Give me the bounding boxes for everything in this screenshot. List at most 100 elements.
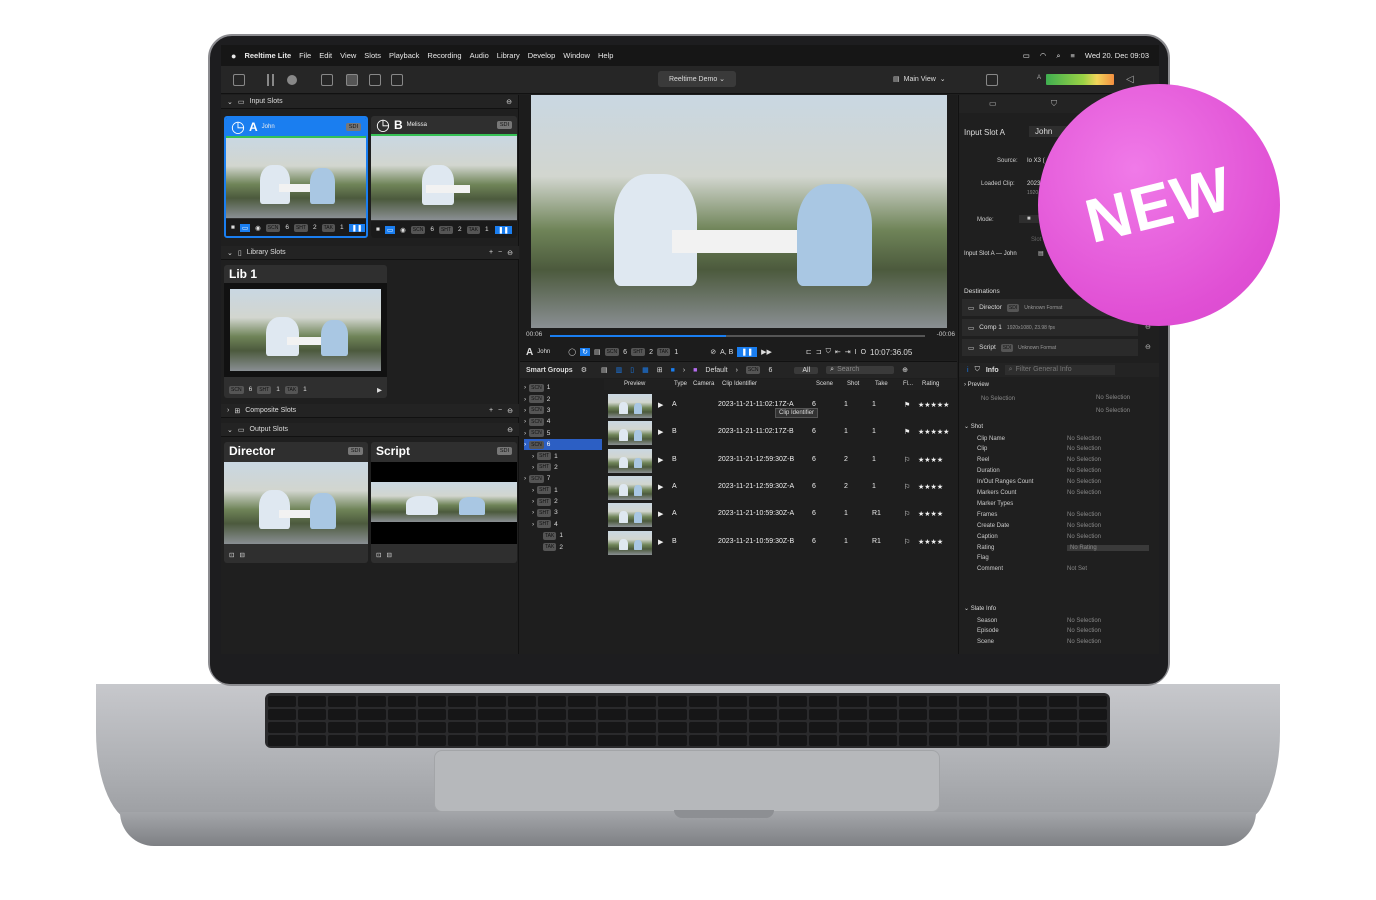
field-value[interactable]: No Selection bbox=[1067, 490, 1101, 496]
field-value[interactable]: No Selection bbox=[1067, 512, 1101, 518]
field-value[interactable]: No Selection bbox=[1067, 534, 1101, 540]
col-camera[interactable]: Camera bbox=[693, 381, 714, 387]
tree-item[interactable]: › SHT 4 bbox=[524, 519, 602, 530]
tree-item[interactable]: › SCN 7 bbox=[524, 473, 602, 484]
search-icon[interactable]: ⌕ bbox=[1056, 51, 1060, 61]
add-icon[interactable]: + bbox=[489, 249, 493, 256]
tree-item[interactable]: › SCN 1 bbox=[524, 382, 602, 393]
field-value[interactable]: No Selection bbox=[1067, 628, 1101, 634]
destination-item[interactable]: ▭ Script SDI Unknown Format bbox=[962, 339, 1138, 356]
more-icon[interactable]: ⊖ bbox=[506, 98, 512, 106]
gear-icon[interactable]: ⚙ bbox=[581, 366, 587, 374]
field-value[interactable]: No Selection bbox=[1067, 618, 1101, 624]
composite-slots-header[interactable]: › ⊞ Composite Slots + − ⊖ bbox=[221, 404, 519, 418]
menu-recording[interactable]: Recording bbox=[427, 51, 461, 60]
tree-item[interactable]: › SHT 1 bbox=[524, 450, 602, 461]
columns-icon[interactable]: ▯ bbox=[630, 366, 634, 374]
chevron-right-icon[interactable]: › bbox=[524, 475, 526, 482]
chevron-right-icon[interactable]: › bbox=[532, 464, 534, 471]
flag-icon[interactable]: ⚐ bbox=[904, 456, 910, 464]
col-rating[interactable]: Rating bbox=[922, 381, 939, 387]
mark-icon[interactable]: I bbox=[855, 349, 857, 356]
menu-view[interactable]: View bbox=[340, 51, 356, 60]
eye-icon[interactable]: ◉ bbox=[400, 226, 406, 234]
tag-tab-icon[interactable]: ⛉ bbox=[1051, 99, 1057, 109]
app-menu[interactable]: Reeltime Lite bbox=[244, 51, 291, 60]
marker-out-icon[interactable]: ⊐ bbox=[816, 348, 822, 356]
layout-split-icon[interactable] bbox=[369, 74, 381, 86]
remove-icon[interactable]: − bbox=[498, 407, 502, 414]
slate-section[interactable]: ⌄ Slate Info bbox=[964, 605, 996, 612]
circle-icon[interactable]: ◯ bbox=[568, 348, 576, 356]
chevron-right-icon[interactable]: › bbox=[532, 509, 534, 516]
source-value[interactable]: Io X3 ( bbox=[1027, 158, 1045, 164]
menu-window[interactable]: Window bbox=[563, 51, 590, 60]
camera-icon[interactable]: ■ bbox=[231, 224, 235, 231]
chevron-right-icon[interactable]: › bbox=[524, 407, 526, 414]
chevron-right-icon[interactable]: › bbox=[524, 396, 526, 403]
chevron-right-icon[interactable]: › bbox=[524, 441, 526, 448]
import-icon[interactable]: ⊡ bbox=[376, 551, 381, 559]
table-row[interactable]: ▶ B 2023-11-21-10:59:30Z-B 6 1 R1 ★★★★ ⚐ bbox=[604, 529, 943, 556]
search-field[interactable]: ⌕ Search bbox=[826, 366, 895, 374]
remove-icon[interactable]: − bbox=[498, 249, 502, 256]
chevron-right-icon[interactable]: › bbox=[532, 521, 534, 528]
input-slot-b[interactable]: ◷ B Melissa SDI ■ ▭ ◉ SCN 6 SHT 2 TAK 1 ❚❚ bbox=[371, 116, 517, 238]
breadcrumb[interactable]: Default bbox=[705, 367, 727, 374]
menu-playback[interactable]: Playback bbox=[389, 51, 419, 60]
library-slots-header[interactable]: ⌄ ▯ Library Slots + − ⊖ bbox=[221, 246, 519, 260]
tree-item[interactable]: › SCN 2 bbox=[524, 393, 602, 404]
col-scene[interactable]: Scene bbox=[816, 381, 833, 387]
library-slot-lib1[interactable]: Lib 1 SCN 6 SHT 1 TAK 1 ▶ bbox=[224, 265, 387, 398]
chevron-right-icon[interactable]: › bbox=[524, 384, 526, 391]
grid-icon[interactable]: ⊞ bbox=[657, 366, 663, 374]
table-row[interactable]: ▶ A 2023-11-21-11:02:17Z-A 6 1 1 ★★★★★ ⚑ bbox=[604, 392, 949, 419]
filter-select[interactable]: All bbox=[794, 366, 819, 374]
field-value[interactable]: No Selection bbox=[1067, 457, 1101, 463]
tree-item[interactable]: › SHT 2 bbox=[524, 496, 602, 507]
loop-icon[interactable]: ↻ bbox=[580, 348, 590, 356]
field-value[interactable]: Not Set bbox=[1067, 566, 1087, 572]
tree-item[interactable]: › SCN 3 bbox=[524, 405, 602, 416]
menu-file[interactable]: File bbox=[299, 51, 311, 60]
field-value[interactable]: No Selection bbox=[1067, 446, 1101, 452]
export-icon[interactable]: ⊟ bbox=[239, 551, 244, 559]
layout-output-icon[interactable] bbox=[391, 74, 403, 86]
more-icon[interactable]: ⊖ bbox=[507, 249, 513, 257]
view-selector[interactable]: ▤ Main View ⌄ bbox=[893, 71, 965, 87]
menu-edit[interactable]: Edit bbox=[319, 51, 332, 60]
slot-tab-icon[interactable]: ▭ bbox=[989, 99, 997, 108]
destination-action-icon[interactable]: ⊖ bbox=[1145, 343, 1151, 351]
export-icon[interactable]: ⊟ bbox=[386, 551, 391, 559]
tree-item[interactable]: › SHT 2 bbox=[524, 462, 602, 473]
speaker-icon[interactable]: ◁ bbox=[1126, 74, 1134, 85]
table-row[interactable]: ▶ B 2023-11-21-12:59:30Z-B 6 2 1 ★★★★ ⚐ bbox=[604, 447, 943, 474]
battery-icon[interactable]: ▭ bbox=[1023, 51, 1030, 60]
field-value[interactable]: No Selection bbox=[1067, 468, 1101, 474]
input-slots-header[interactable]: ⌄ ▭ Input Slots ⊖ bbox=[221, 95, 518, 109]
prev-icon[interactable]: ⇤ bbox=[835, 348, 841, 356]
table-row[interactable]: ▶ B 2023-11-21-11:02:17Z-B 6 1 1 ★★★★★ ⚑ bbox=[604, 419, 949, 446]
menu-slots[interactable]: Slots bbox=[364, 51, 381, 60]
chevron-down-icon[interactable]: ⌄ bbox=[227, 98, 233, 106]
chevron-down-icon[interactable]: ⌄ bbox=[227, 426, 233, 434]
camera-icon[interactable]: ■ bbox=[376, 226, 380, 233]
output-slot-script[interactable]: Script SDI ⊡ ⊟ bbox=[371, 442, 517, 563]
pause-button[interactable]: ❚❚ bbox=[348, 223, 366, 232]
shot-section[interactable]: ⌄ Shot bbox=[964, 423, 983, 430]
preview-section[interactable]: › Preview bbox=[964, 382, 989, 388]
chevron-right-icon[interactable]: › bbox=[524, 430, 526, 437]
more-icon[interactable]: ⊖ bbox=[507, 426, 513, 434]
mode-camera-icon[interactable]: ■ bbox=[1019, 215, 1039, 223]
col-type[interactable]: Type bbox=[674, 381, 687, 387]
chevron-right-icon[interactable]: › bbox=[532, 487, 534, 494]
export-icon[interactable] bbox=[986, 74, 998, 86]
list-view-icon[interactable]: ▤ bbox=[601, 366, 608, 374]
viewer-image[interactable] bbox=[531, 95, 947, 328]
camera-icon[interactable] bbox=[321, 74, 333, 86]
next-icon[interactable]: ⇥ bbox=[845, 348, 851, 356]
chevron-right-icon[interactable]: › bbox=[524, 418, 526, 425]
menu-audio[interactable]: Audio bbox=[470, 51, 489, 60]
project-selector[interactable]: Reeltime Demo ⌄ bbox=[658, 71, 736, 87]
menu-help[interactable]: Help bbox=[598, 51, 613, 60]
